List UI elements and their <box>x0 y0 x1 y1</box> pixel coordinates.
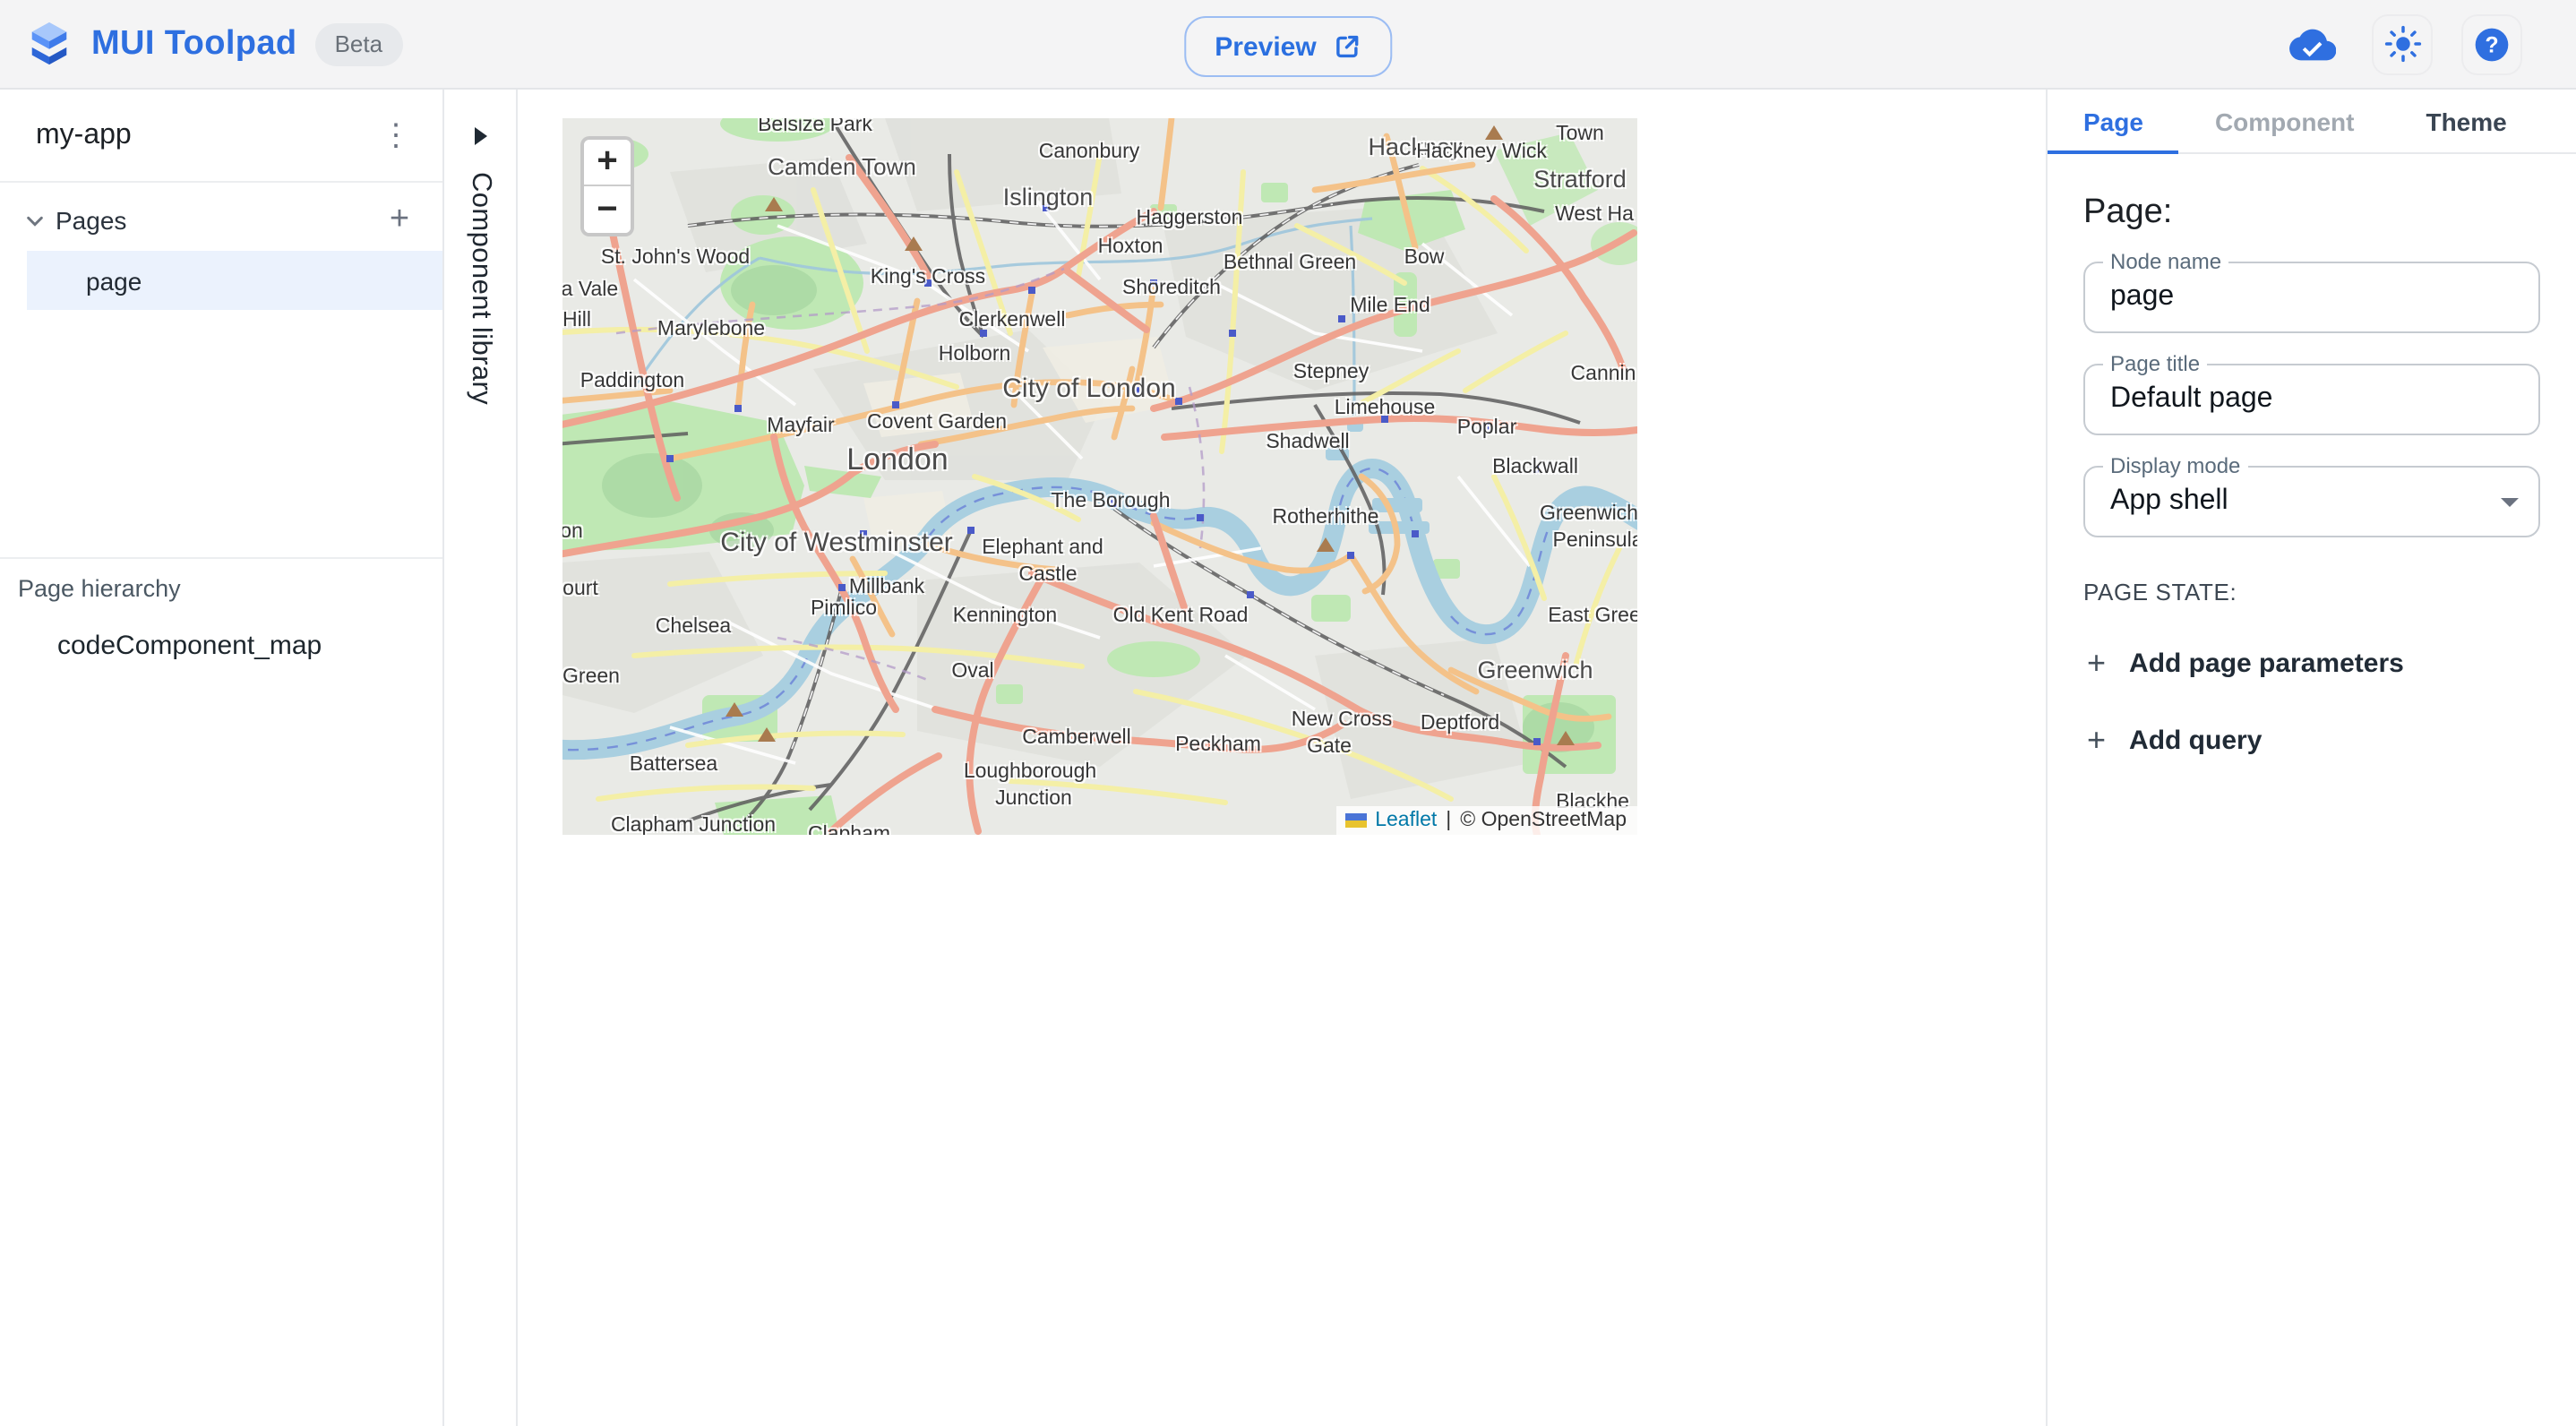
add-query-button[interactable]: + Add query <box>2083 720 2265 760</box>
attribution-separator: | <box>1446 810 1451 831</box>
zoom-in-button[interactable]: + <box>584 140 631 186</box>
page-title-label: Page title <box>2103 353 2207 374</box>
question-mark-icon: ? <box>2472 24 2512 64</box>
add-page-plus-icon[interactable]: + <box>378 199 421 242</box>
map-tiles <box>562 118 1637 835</box>
map-zoom-control: + − <box>580 136 634 236</box>
page-hierarchy-label: Page hierarchy <box>18 575 181 602</box>
pages-section-header[interactable]: Pages + <box>0 190 442 251</box>
node-name-label: Node name <box>2103 251 2228 272</box>
cloud-saved-icon <box>2282 13 2343 74</box>
tab-theme[interactable]: Theme <box>2390 90 2542 152</box>
inspector-tabs: Page Component Theme <box>2048 90 2576 154</box>
add-page-parameters-button[interactable]: + Add page parameters <box>2083 643 2408 683</box>
theme-toggle-button[interactable] <box>2372 13 2433 74</box>
app-name: my-app <box>36 119 132 151</box>
ukraine-flag-icon <box>1344 813 1366 828</box>
app-header: MUI Toolpad Beta Preview <box>0 0 2576 90</box>
node-name-field[interactable]: Node name page <box>2083 262 2540 333</box>
svg-text:?: ? <box>2485 32 2498 56</box>
header-actions: ? <box>2282 13 2551 74</box>
preview-button[interactable]: Preview <box>1184 16 1391 77</box>
tab-page[interactable]: Page <box>2048 90 2179 152</box>
app-title: MUI Toolpad <box>91 24 297 64</box>
app-menu-kebab-icon[interactable]: ⋮ <box>371 110 421 160</box>
display-mode-select[interactable]: Display mode App shell <box>2083 466 2540 537</box>
preview-button-label: Preview <box>1215 31 1316 62</box>
dropdown-caret-icon <box>2501 498 2519 507</box>
tab-component[interactable]: Component <box>2179 90 2391 152</box>
leaflet-link[interactable]: Leaflet <box>1375 810 1437 831</box>
help-button[interactable]: ? <box>2461 13 2522 74</box>
plus-icon: + <box>2087 724 2106 756</box>
sidebar-divider <box>0 557 442 559</box>
beta-badge: Beta <box>315 22 403 65</box>
map-attribution: Leaflet | © OpenStreetMap <box>1335 806 1637 835</box>
leaflet-map[interactable]: Belsize ParkCamden TownCanonburyHackneyH… <box>562 118 1637 835</box>
add-query-label: Add query <box>2129 725 2262 755</box>
osm-attribution: © OpenStreetMap <box>1460 810 1627 831</box>
app-name-row: my-app ⋮ <box>0 90 442 183</box>
chevron-down-icon[interactable] <box>18 204 50 236</box>
add-page-parameters-label: Add page parameters <box>2129 648 2404 678</box>
sidebar-item-page[interactable]: page <box>27 251 442 310</box>
app-window: MUI Toolpad Beta Preview <box>0 0 2576 1426</box>
editor-canvas[interactable]: Belsize ParkCamden TownCanonburyHackneyH… <box>518 90 2046 1426</box>
inspector-panel: Page Component Theme Page: Node name pag… <box>2046 90 2576 1426</box>
page-heading: Page: <box>2083 193 2540 233</box>
zoom-out-button[interactable]: − <box>584 186 631 233</box>
display-mode-label: Display mode <box>2103 455 2247 477</box>
pages-section-label: Pages <box>56 206 378 235</box>
page-state-label: PAGE STATE: <box>2083 579 2540 606</box>
open-in-new-icon <box>1333 32 1361 61</box>
inspector-body: Page: Node name page Page title Default … <box>2048 154 2576 760</box>
sun-icon <box>2383 25 2421 63</box>
expand-panel-arrow-icon[interactable] <box>472 125 488 147</box>
plus-icon: + <box>2087 647 2106 679</box>
component-library-strip[interactable]: Component library <box>444 90 518 1426</box>
explorer-sidebar: my-app ⋮ Pages + page Page hierarchy cod… <box>0 90 444 1426</box>
page-title-field[interactable]: Page title Default page <box>2083 364 2540 435</box>
toolpad-logo-icon <box>25 20 73 68</box>
page-item-label: page <box>86 266 142 295</box>
component-library-label: Component library <box>464 172 496 405</box>
hierarchy-item-code-component-map[interactable]: codeComponent_map <box>57 631 322 661</box>
brand[interactable]: MUI Toolpad Beta <box>25 20 402 68</box>
